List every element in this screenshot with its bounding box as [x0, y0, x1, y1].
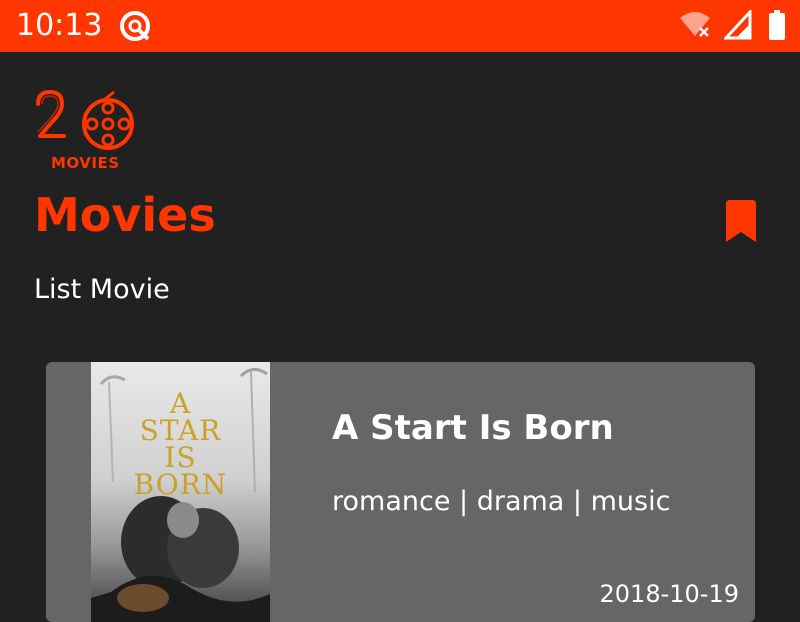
wifi-off-icon: [680, 12, 710, 37]
status-time: 10:13: [16, 8, 103, 43]
logo-text: MOVIES: [51, 154, 120, 172]
status-bar: 10:13: [0, 0, 800, 52]
notification-app-icon: [118, 9, 152, 43]
poster-title: A STAR IS BORN: [133, 387, 228, 501]
page-title: Movies: [34, 188, 216, 242]
movie-release-date: 2018-10-19: [599, 580, 739, 608]
battery-icon: [769, 10, 785, 40]
bookmark-icon[interactable]: [724, 200, 758, 244]
movie-card[interactable]: A STAR IS BORN A Start Is Born romance | dr…: [46, 362, 755, 622]
movie-poster: A STAR IS BORN: [91, 362, 270, 622]
movie-genres: romance | drama | music: [332, 486, 671, 517]
main-page: MOVIES Movies List Movie A STAR IS BORN A S…: [0, 52, 800, 622]
cellular-signal-icon: [724, 10, 752, 40]
section-subtitle: List Movie: [34, 274, 170, 305]
movie-title: A Start Is Born: [332, 408, 614, 448]
